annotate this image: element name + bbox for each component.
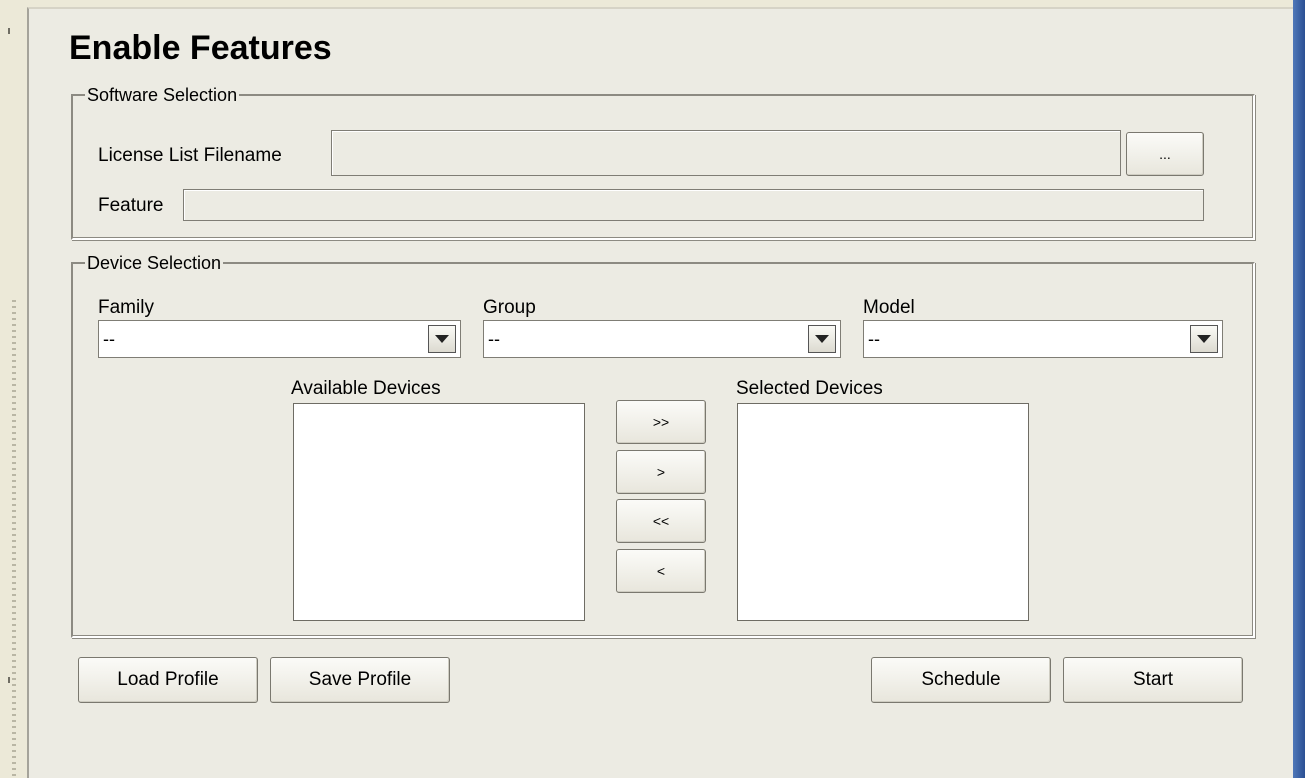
family-select-value: -- (103, 328, 115, 349)
splitter-tick-top (8, 28, 10, 34)
group-select[interactable]: -- (483, 320, 841, 358)
family-select[interactable]: -- (98, 320, 461, 358)
selected-devices-label: Selected Devices (736, 378, 883, 399)
software-selection-legend: Software Selection (85, 84, 240, 106)
group-label: Group (483, 297, 536, 318)
model-select[interactable]: -- (863, 320, 1223, 358)
group-select-value: -- (488, 328, 500, 349)
license-list-filename-input[interactable] (331, 130, 1121, 176)
start-button[interactable]: Start (1063, 657, 1243, 703)
family-dropdown-arrow-icon[interactable] (428, 325, 456, 353)
available-devices-label: Available Devices (291, 378, 441, 399)
feature-label: Feature (98, 195, 164, 216)
device-selection-group: Device Selection Family -- Group -- Mode… (71, 252, 1255, 638)
model-label: Model (863, 297, 915, 318)
add-all-devices-button[interactable]: >> (616, 400, 706, 444)
device-selection-legend: Device Selection (85, 252, 224, 274)
add-device-button[interactable]: > (616, 450, 706, 494)
top-edge (27, 0, 1293, 7)
splitter-grip[interactable] (12, 300, 16, 778)
family-label: Family (98, 297, 154, 318)
model-dropdown-arrow-icon[interactable] (1190, 325, 1218, 353)
browse-button[interactable]: ... (1126, 132, 1204, 176)
license-list-label: License List Filename (98, 145, 282, 166)
available-devices-list[interactable] (293, 403, 585, 621)
enable-features-panel: Enable Features Software Selection Licen… (27, 7, 1293, 778)
save-profile-button[interactable]: Save Profile (270, 657, 450, 703)
load-profile-button[interactable]: Load Profile (78, 657, 258, 703)
left-splitter[interactable] (0, 0, 27, 778)
software-selection-group: Software Selection License List Filename… (71, 84, 1255, 240)
remove-all-devices-button[interactable]: << (616, 499, 706, 543)
page-title: Enable Features (69, 29, 332, 67)
schedule-button[interactable]: Schedule (871, 657, 1051, 703)
splitter-tick-bottom (8, 677, 10, 683)
group-dropdown-arrow-icon[interactable] (808, 325, 836, 353)
selected-devices-list[interactable] (737, 403, 1029, 621)
remove-device-button[interactable]: < (616, 549, 706, 593)
feature-input[interactable] (183, 189, 1204, 221)
model-select-value: -- (868, 328, 880, 349)
window-border-right (1293, 0, 1305, 778)
